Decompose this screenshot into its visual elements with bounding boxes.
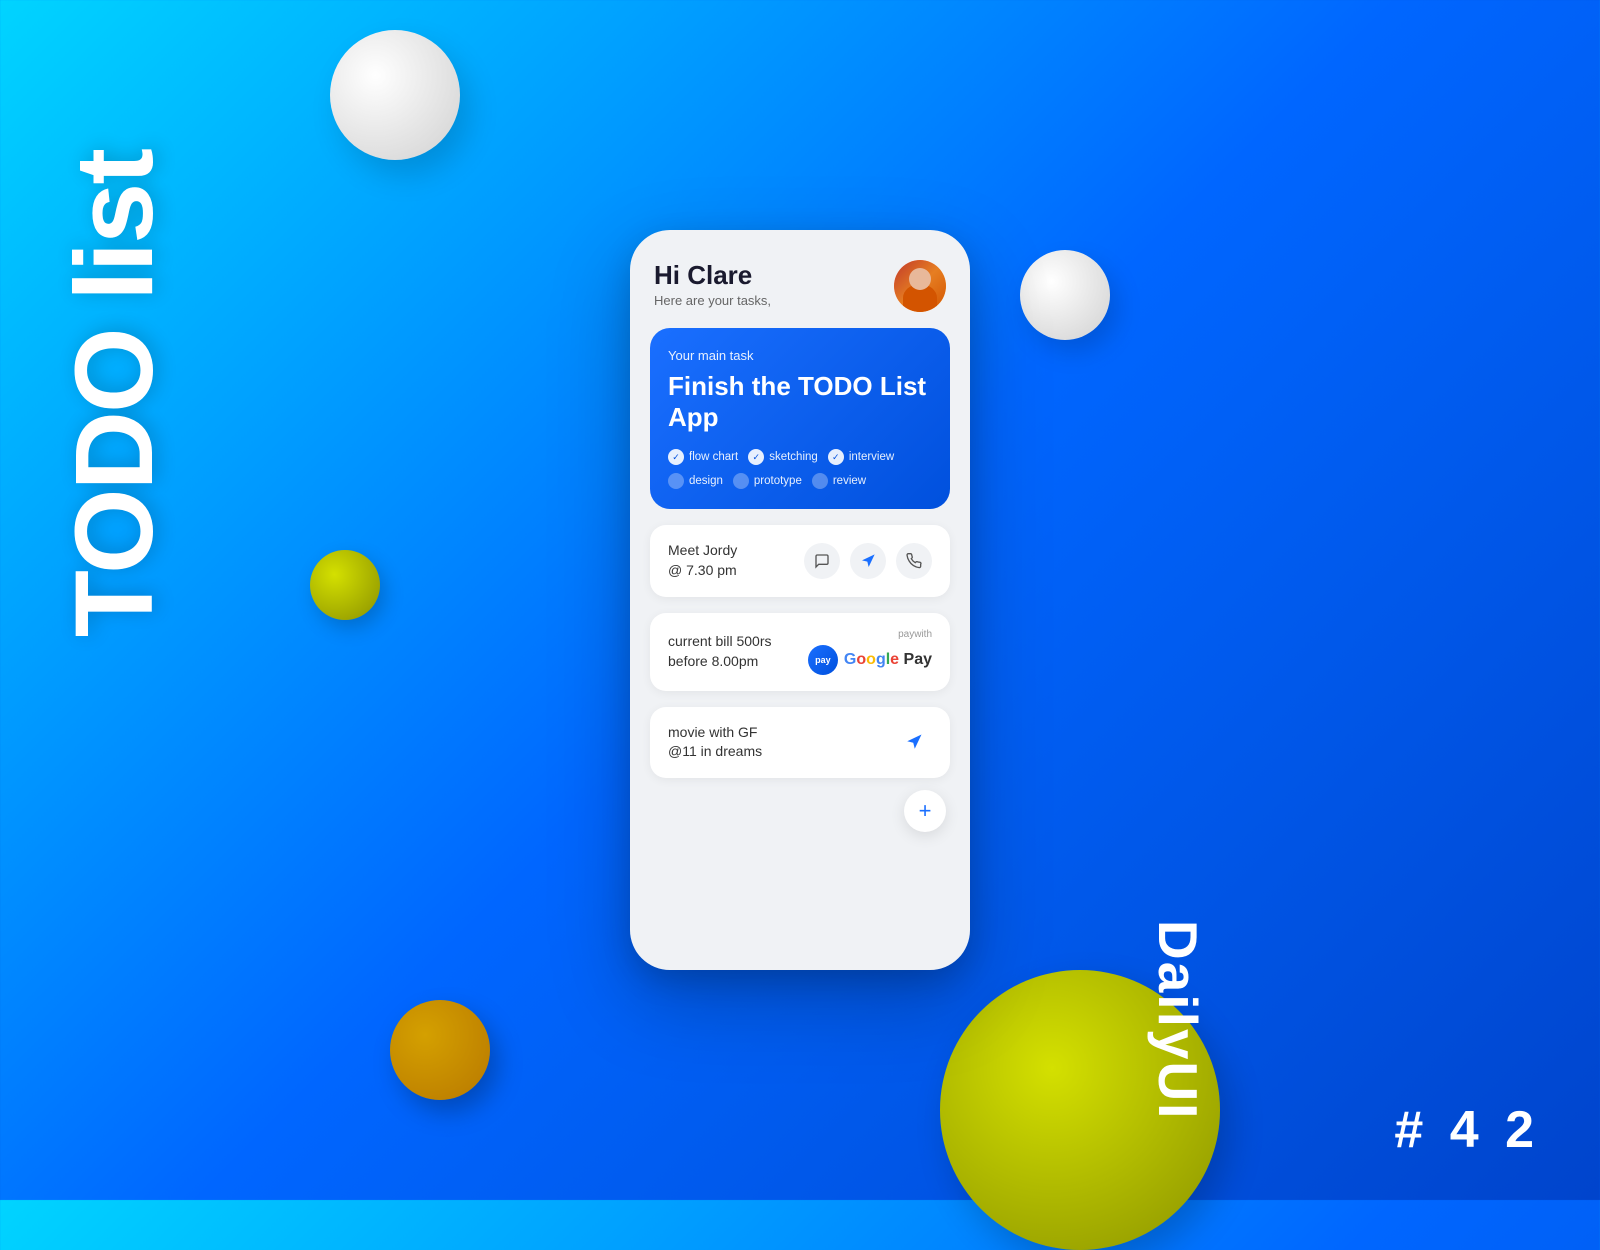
- tag-sketching: ✓ sketching: [748, 449, 818, 465]
- message-icon-button[interactable]: [804, 543, 840, 579]
- payment-section: paywith pay Google Pay: [808, 629, 932, 675]
- task-actions-movie: [896, 724, 932, 760]
- pay-with-label: paywith: [808, 629, 932, 640]
- tag-label-flow-chart: flow chart: [689, 451, 738, 463]
- greeting-name: Hi Clare: [654, 260, 771, 291]
- tag-dot-review: [812, 473, 828, 489]
- gpay-circle-text: pay: [815, 655, 831, 665]
- tag-review: review: [812, 473, 866, 489]
- navigation-icon-button-movie[interactable]: [896, 724, 932, 760]
- tag-design: design: [668, 473, 723, 489]
- decorative-circle-yellow-left: [310, 550, 380, 620]
- tag-dot-sketching: ✓: [748, 449, 764, 465]
- main-task-label: Your main task: [668, 348, 932, 363]
- task-text-meet-jordy: Meet Jordy@ 7.30 pm: [668, 541, 737, 580]
- tag-dot-prototype: [733, 473, 749, 489]
- add-icon: +: [919, 798, 932, 824]
- decorative-circle-gold-bottom: [390, 1000, 490, 1100]
- challenge-number: # 4 2: [1394, 1100, 1540, 1160]
- add-task-button[interactable]: +: [904, 790, 946, 832]
- tag-flow-chart: ✓ flow chart: [668, 449, 738, 465]
- task-item-bill[interactable]: current bill 500rsbefore 8.00pm paywith …: [650, 613, 950, 691]
- task-text-movie: movie with GF@11 in dreams: [668, 723, 762, 762]
- task-actions-meet-jordy: [804, 543, 932, 579]
- tag-interview: ✓ interview: [828, 449, 894, 465]
- avatar[interactable]: [894, 260, 946, 312]
- todo-title-text: TODO list: [60, 150, 170, 637]
- main-task-card[interactable]: Your main task Finish the TODO List App …: [650, 328, 950, 509]
- phone-icon-button[interactable]: [896, 543, 932, 579]
- tag-dot-design: [668, 473, 684, 489]
- greeting-subtitle: Here are your tasks,: [654, 293, 771, 308]
- task-actions-bill: paywith pay Google Pay: [808, 629, 932, 675]
- task-tags-container: ✓ flow chart ✓ sketching ✓ interview des…: [668, 449, 932, 489]
- navigation-icon-button-jordy[interactable]: [850, 543, 886, 579]
- google-pay-text[interactable]: Google Pay: [844, 651, 932, 669]
- gpay-circle-icon[interactable]: pay: [808, 645, 838, 675]
- tag-label-review: review: [833, 475, 866, 487]
- task-text-bill: current bill 500rsbefore 8.00pm: [668, 632, 772, 671]
- tag-label-design: design: [689, 475, 723, 487]
- tag-dot-flow-chart: ✓: [668, 449, 684, 465]
- task-item-meet-jordy[interactable]: Meet Jordy@ 7.30 pm: [650, 525, 950, 596]
- tag-label-sketching: sketching: [769, 451, 818, 463]
- tag-dot-interview: ✓: [828, 449, 844, 465]
- phone-mockup: Hi Clare Here are your tasks, Your main …: [630, 230, 970, 970]
- daily-ui-text: DailyUI: [1146, 920, 1210, 1120]
- tag-label-interview: interview: [849, 451, 894, 463]
- greeting-section: Hi Clare Here are your tasks,: [654, 260, 771, 308]
- pay-icons-container: pay Google Pay: [808, 645, 932, 675]
- main-task-title: Finish the TODO List App: [668, 371, 932, 433]
- decorative-circle-white-top: [330, 30, 460, 160]
- avatar-image: [894, 260, 946, 312]
- tag-label-prototype: prototype: [754, 475, 802, 487]
- tag-prototype: prototype: [733, 473, 802, 489]
- task-item-movie[interactable]: movie with GF@11 in dreams: [650, 707, 950, 778]
- phone-header: Hi Clare Here are your tasks,: [650, 260, 950, 312]
- decorative-circle-white-right: [1020, 250, 1110, 340]
